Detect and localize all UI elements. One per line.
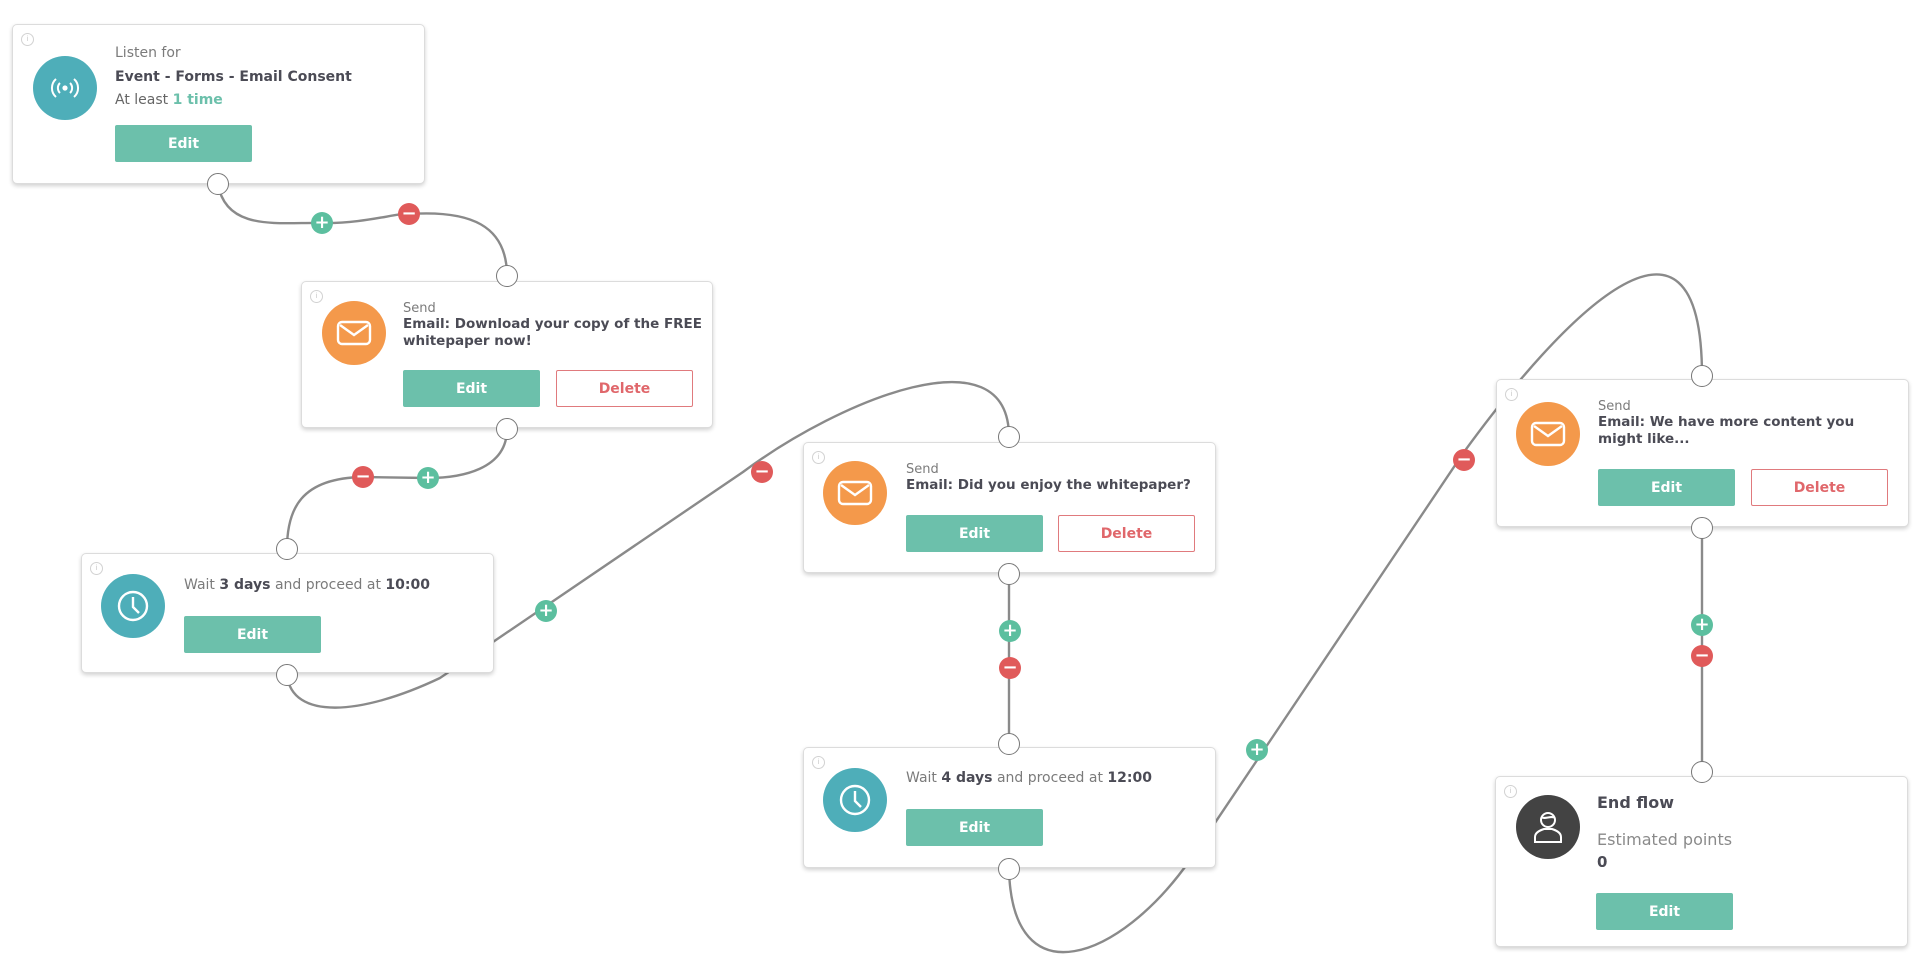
wait-node-card: i Wait 4 days and proceed at 12:00 Edit (803, 747, 1216, 868)
node-type-label: Send (403, 301, 436, 316)
remove-connection-button[interactable]: − (1691, 645, 1713, 667)
wait-description: Wait 4 days and proceed at 12:00 (906, 770, 1152, 786)
plus-icon: + (538, 600, 554, 621)
minus-icon: − (401, 203, 417, 224)
estimated-points-value: 0 (1597, 853, 1608, 871)
wait-prefix: Wait (184, 577, 215, 593)
add-step-button[interactable]: + (417, 467, 439, 489)
user-icon (1516, 795, 1580, 859)
plus-icon: + (1249, 739, 1265, 760)
send-node-card: i Send Email: Download your copy of the … (301, 281, 713, 428)
input-port[interactable] (1691, 365, 1713, 387)
edit-button[interactable]: Edit (906, 809, 1043, 846)
remove-connection-button[interactable]: − (751, 461, 773, 483)
edit-button[interactable]: Edit (184, 616, 321, 653)
wait-time: 12:00 (1107, 770, 1152, 786)
add-step-button[interactable]: + (999, 620, 1021, 642)
send-node-card: i Send Email: Did you enjoy the whitepap… (803, 442, 1216, 573)
envelope-icon (322, 301, 386, 365)
wait-duration: 3 days (219, 577, 271, 593)
edit-button[interactable]: Edit (115, 125, 252, 162)
email-title: Email: Did you enjoy the whitepaper? (906, 477, 1191, 493)
info-icon[interactable]: i (310, 290, 323, 303)
output-port[interactable] (998, 858, 1020, 880)
connector-listen-to-send1 (216, 183, 509, 277)
edit-button[interactable]: Edit (403, 370, 540, 407)
wait-duration: 4 days (941, 770, 993, 786)
clock-icon (101, 574, 165, 638)
wait-prefix: Wait (906, 770, 937, 786)
frequency-text: At least 1 time (115, 92, 223, 109)
send-node-card: i Send Email: We have more content you m… (1496, 379, 1909, 527)
add-step-button[interactable]: + (311, 212, 333, 234)
minus-icon: − (1456, 449, 1472, 470)
input-port[interactable] (276, 538, 298, 560)
remove-connection-button[interactable]: − (1453, 449, 1475, 471)
email-title: Email: Download your copy of the FREE wh… (403, 316, 703, 349)
wait-middle: and proceed at (274, 577, 381, 593)
info-icon[interactable]: i (1504, 785, 1517, 798)
event-title: Event - Forms - Email Consent (115, 69, 352, 85)
wait-time: 10:00 (385, 577, 430, 593)
listen-node-card: i Listen for Event - Forms - Email Conse… (12, 24, 425, 184)
plus-icon: + (420, 467, 436, 488)
output-port[interactable] (998, 563, 1020, 585)
output-port[interactable] (496, 418, 518, 440)
minus-icon: − (355, 466, 371, 487)
edit-button[interactable]: Edit (1598, 469, 1735, 506)
email-title: Email: We have more content you might li… (1598, 414, 1855, 447)
output-port[interactable] (207, 173, 229, 195)
add-step-button[interactable]: + (1246, 739, 1268, 761)
wait-middle: and proceed at (996, 770, 1103, 786)
input-port[interactable] (496, 265, 518, 287)
end-node-card: i End flow Estimated points 0 Edit (1495, 776, 1908, 947)
plus-icon: + (314, 212, 330, 233)
connector-send1-to-wait1 (285, 428, 509, 550)
info-icon[interactable]: i (812, 756, 825, 769)
clock-icon (823, 768, 887, 832)
node-type-label: Send (1598, 399, 1631, 414)
minus-icon: − (754, 461, 770, 482)
envelope-icon (823, 461, 887, 525)
end-flow-title: End flow (1597, 793, 1674, 812)
wait-node-card: i Wait 3 days and proceed at 10:00 Edit (81, 553, 494, 673)
info-icon[interactable]: i (21, 33, 34, 46)
frequency-prefix: At least (115, 92, 169, 108)
edit-button[interactable]: Edit (906, 515, 1043, 552)
estimated-points-label: Estimated points (1597, 830, 1733, 849)
output-port[interactable] (1691, 517, 1713, 539)
remove-connection-button[interactable]: − (398, 203, 420, 225)
add-step-button[interactable]: + (1691, 614, 1713, 636)
output-port[interactable] (276, 664, 298, 686)
delete-button[interactable]: Delete (556, 370, 693, 407)
plus-icon: + (1002, 620, 1018, 641)
input-port[interactable] (1691, 761, 1713, 783)
minus-icon: − (1002, 657, 1018, 678)
info-icon[interactable]: i (1505, 388, 1518, 401)
node-type-label: Listen for (115, 45, 181, 61)
wait-description: Wait 3 days and proceed at 10:00 (184, 577, 430, 593)
delete-button[interactable]: Delete (1751, 469, 1888, 506)
frequency-value: 1 time (172, 92, 223, 108)
remove-connection-button[interactable]: − (352, 466, 374, 488)
input-port[interactable] (998, 426, 1020, 448)
envelope-icon (1516, 402, 1580, 466)
add-step-button[interactable]: + (535, 600, 557, 622)
minus-icon: − (1694, 645, 1710, 666)
plus-icon: + (1694, 614, 1710, 635)
info-icon[interactable]: i (812, 451, 825, 464)
remove-connection-button[interactable]: − (999, 657, 1021, 679)
node-type-label: Send (906, 462, 939, 477)
edit-button[interactable]: Edit (1596, 893, 1733, 930)
flow-canvas: i Listen for Event - Forms - Email Conse… (0, 0, 1920, 972)
info-icon[interactable]: i (90, 562, 103, 575)
input-port[interactable] (998, 733, 1020, 755)
broadcast-icon (33, 56, 97, 120)
delete-button[interactable]: Delete (1058, 515, 1195, 552)
